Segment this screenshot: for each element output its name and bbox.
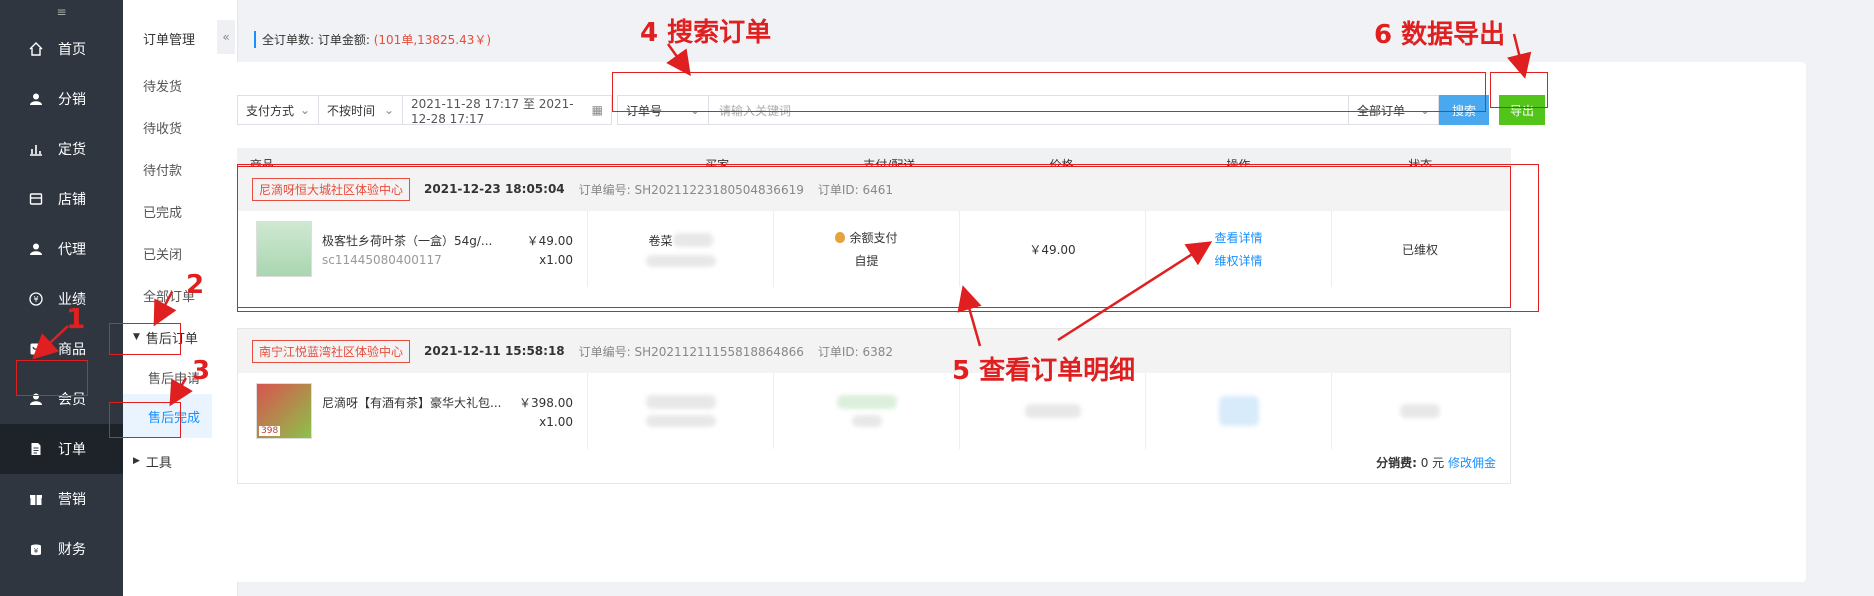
pay-method-value: 支付方式 (246, 103, 295, 118)
sidebar-item-orders[interactable]: 订单 (0, 424, 123, 474)
summary-value: (101单,13825.43￥) (373, 33, 492, 47)
sidebar-item-home[interactable]: 首页 (0, 24, 123, 74)
wallet-icon: ¥ (28, 541, 44, 557)
chart-icon (28, 141, 44, 157)
annotation-box-aftersale-done (109, 402, 181, 438)
sidebar-collapse-icon[interactable]: ≡ (0, 0, 123, 24)
edit-commission-link[interactable]: 修改佣金 (1448, 456, 1496, 470)
sidebar-item-marketing[interactable]: 营销 (0, 474, 123, 524)
sidebar-item-label: 财务 (58, 542, 86, 558)
ops-blurred (1218, 396, 1259, 426)
shop-tag: 南宁江悦蓝湾社区体验中心 (252, 339, 411, 363)
buyer-blurred (645, 395, 716, 409)
sidebar-item-distribution[interactable]: 分销 (0, 74, 123, 124)
annotation-box-search (612, 72, 1486, 112)
unit-price: ￥398.00 (519, 395, 573, 410)
price-blurred (1024, 404, 1081, 418)
order-row: 398 尼滴呀【有酒有茶】豪华大礼包... ￥398.00 x1.00 (238, 373, 1510, 449)
annotation-box-order1 (237, 164, 1539, 312)
quantity: x1.00 (539, 414, 573, 429)
filter-bar: 支付方式 ⌄ 不按时间 ⌄ 2021-11-28 17:17 至 2021-12… (237, 95, 612, 126)
annotation-box-export (1490, 72, 1548, 108)
goods-icon (28, 341, 44, 357)
product-thumbnail[interactable]: 398 (256, 383, 312, 439)
order-card-2: 南宁江悦蓝湾社区体验中心 2021-12-11 15:58:18 订单编号: S… (237, 328, 1511, 484)
order-number: 订单编号: SH20211211155818864866 (578, 344, 804, 359)
order-id: 订单ID: 6382 (817, 344, 894, 359)
subbar-group-label: 工具 (145, 455, 172, 471)
date-range-value: 2021-11-28 17:17 至 2021-12-28 17:17 (411, 96, 574, 126)
commission-row: 分销费: 0 元 修改佣金 (1376, 454, 1496, 471)
pay-blurred (836, 395, 897, 409)
product-name[interactable]: 尼滴呀【有酒有茶】豪华大礼包... (322, 394, 501, 411)
time-mode-select[interactable]: 不按时间 ⌄ (319, 95, 403, 125)
subbar-title: 订单管理 (143, 32, 196, 48)
sidebar-item-store[interactable]: 店铺 (0, 174, 123, 224)
caret-right-icon: ▶ (133, 456, 140, 466)
goods-cell: 398 尼滴呀【有酒有茶】豪华大礼包... ￥398.00 x1.00 (238, 373, 588, 449)
sidebar-item-agent[interactable]: 代理 (0, 224, 123, 274)
status-blurred (1400, 404, 1440, 418)
order-summary: 全订单数: 订单金额: (101单,13825.43￥) (254, 31, 491, 48)
sidebar-item-ordering[interactable]: 定货 (0, 124, 123, 174)
thumb-price-badge: 398 (259, 426, 281, 436)
svg-text:¥: ¥ (34, 547, 39, 555)
ops-cell (1146, 373, 1332, 449)
pay-method-select[interactable]: 支付方式 ⌄ (237, 95, 319, 125)
sidebar-item-label: 代理 (58, 242, 86, 258)
chevron-down-icon: ⌄ (299, 103, 310, 117)
calendar-icon: ▦ (591, 103, 603, 117)
annotation-1: 1 (66, 302, 86, 335)
home-icon (28, 41, 44, 57)
annotation-box-orders (16, 360, 88, 396)
sidebar-item-label: 订单 (58, 442, 86, 458)
svg-text:¥: ¥ (33, 295, 38, 304)
order-date: 2021-12-11 15:58:18 (424, 344, 565, 358)
document-icon (28, 441, 44, 457)
annotation-6: 6 数据导出 (1374, 20, 1506, 50)
sidebar-item-finance[interactable]: ¥ 财务 (0, 524, 123, 574)
annotation-2: 2 (186, 270, 205, 300)
sidebar-item-label: 营销 (58, 492, 86, 508)
chevron-down-icon: ⌄ (383, 103, 394, 117)
status-cell (1332, 373, 1508, 449)
annotation-3: 3 (192, 356, 211, 386)
date-range-picker[interactable]: 2021-11-28 17:17 至 2021-12-28 17:17 ▦ (403, 95, 612, 126)
store-icon (28, 191, 44, 207)
annotation-4: 4 搜索订单 (640, 18, 772, 48)
buyer-phone-blurred (645, 415, 716, 427)
buyer-cell (588, 373, 774, 449)
sidebar-item-label: 定货 (58, 142, 86, 158)
sidebar-item-label: 店铺 (58, 192, 86, 208)
commission-value: 0 元 (1420, 456, 1445, 470)
sidebar-item-label: 首页 (58, 42, 86, 58)
pay-cell (774, 373, 960, 449)
order-header: 南宁江悦蓝湾社区体验中心 2021-12-11 15:58:18 订单编号: S… (238, 329, 1510, 373)
user-icon (28, 91, 44, 107)
time-mode-value: 不按时间 (327, 103, 376, 118)
main-sidebar: ≡ 首页 分销 定货 店铺 代理 ¥ 业绩 商品 会员 订单 营销 ¥ 财务 (0, 0, 123, 596)
sidebar-item-label: 分销 (58, 92, 86, 108)
commission-label: 分销费: (1376, 456, 1417, 470)
fold-sidebar-icon[interactable]: « (217, 20, 235, 54)
sidebar-item-performance[interactable]: ¥ 业绩 (0, 274, 123, 324)
user-icon (28, 241, 44, 257)
annotation-box-aftersale-group (109, 323, 181, 355)
annotation-5: 5 查看订单明细 (952, 356, 1136, 386)
summary-label: 全订单数: 订单金额: (262, 33, 370, 47)
gift-icon (28, 491, 44, 507)
yen-icon: ¥ (28, 291, 44, 307)
delivery-blurred (851, 415, 882, 427)
orders-card (212, 62, 1806, 582)
sidebar-item-label: 商品 (58, 342, 86, 358)
